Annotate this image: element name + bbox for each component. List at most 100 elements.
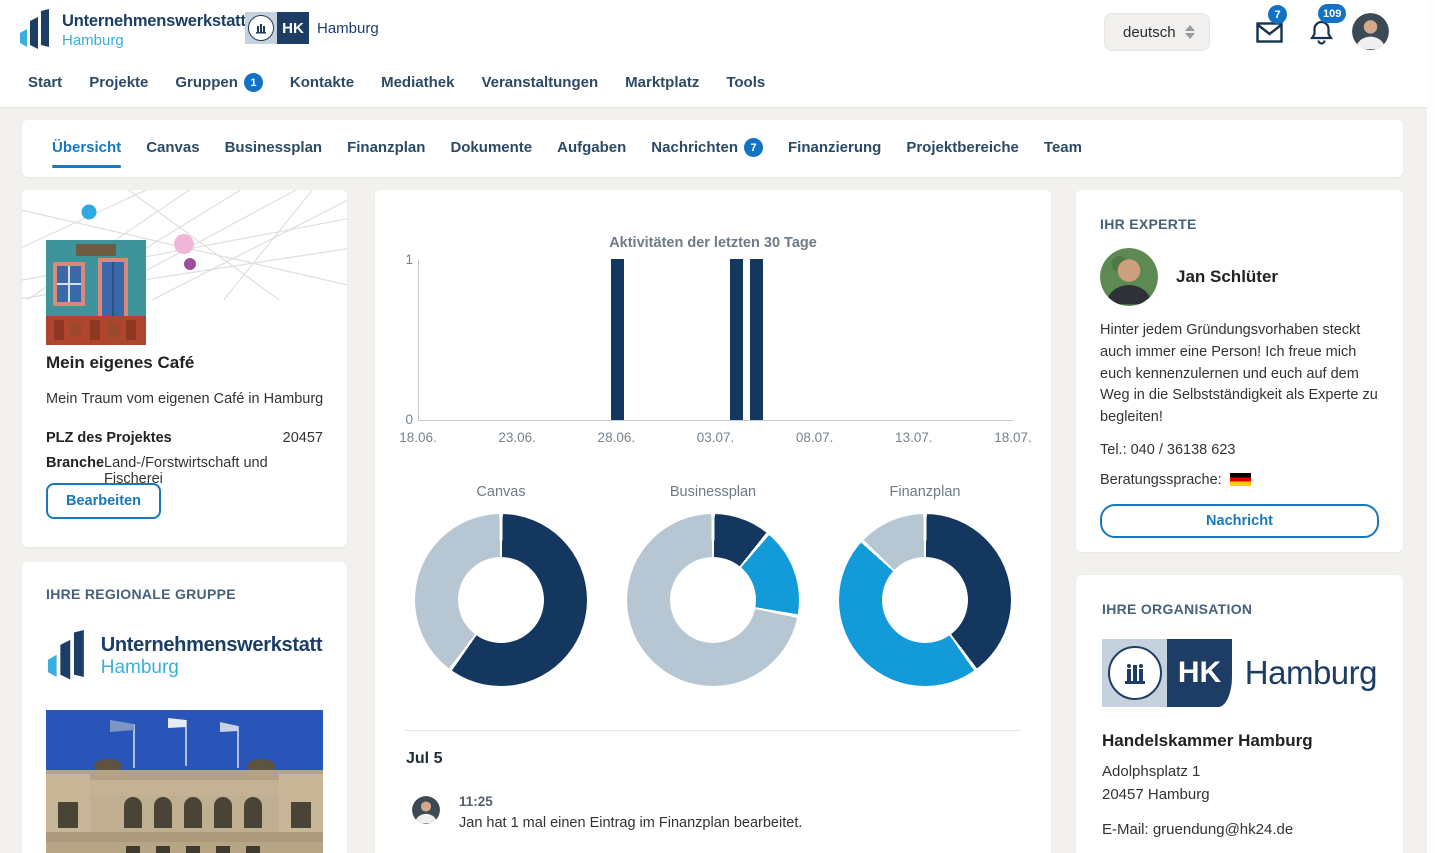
uwh-logo-icon — [20, 9, 54, 51]
nav-item-veranstaltungen[interactable]: Veranstaltungen — [481, 74, 598, 91]
tab-label: Canvas — [146, 139, 199, 156]
timeline-avatar-image — [412, 796, 440, 824]
notifications-button[interactable] — [1310, 20, 1333, 50]
tab-nachrichten[interactable]: Nachrichten 7 — [651, 138, 763, 157]
x-axis-tick: 08.07. — [796, 430, 834, 445]
regional-logo-line1: Unternehmenswerkstatt — [101, 634, 323, 657]
nav-item-start[interactable]: Start — [28, 74, 62, 91]
uwh-logo[interactable]: Unternehmenswerkstatt Hamburg — [20, 9, 246, 51]
donut-title-businessplan: Businessplan — [627, 484, 799, 500]
nav-item-label: Start — [28, 74, 62, 91]
main-nav: Start Projekte Gruppen1 Kontakte Mediathek Ve… — [0, 64, 1435, 108]
activity-bar-0407 — [730, 259, 743, 420]
language-value: deutsch — [1123, 24, 1176, 41]
x-axis-tick: 28.06. — [598, 430, 636, 445]
organisation-address1: Adolphsplatz 1 — [1102, 760, 1377, 783]
x-axis-tick: 18.07. — [994, 430, 1032, 445]
organisation-name: Handelskammer Hamburg — [1102, 731, 1377, 751]
project-tabs: Übersicht Canvas Businessplan Finanzplan Dok… — [22, 120, 1403, 177]
user-avatar-image — [1352, 13, 1389, 50]
tab-label: Projektbereiche — [906, 139, 1019, 156]
nav-item-tools[interactable]: Tools — [726, 74, 765, 91]
tab-dokumente[interactable]: Dokumente — [450, 139, 532, 156]
tab-label: Finanzierung — [788, 139, 881, 156]
regional-group-card: IHRE REGIONALE GRUPPE Unternehmenswerkst… — [22, 562, 347, 853]
nav-item-gruppen[interactable]: Gruppen1 — [175, 73, 263, 92]
project-description: Mein Traum vom eigenen Café in Hamburg — [46, 391, 323, 407]
project-title: Mein eigenes Café — [46, 353, 194, 373]
timeline-avatar — [412, 796, 440, 824]
timeline-date: Jul 5 — [406, 750, 442, 768]
x-axis-tick: 18.06. — [399, 430, 437, 445]
expert-heading: IHR EXPERTE — [1100, 216, 1379, 232]
tab-label: Finanzplan — [347, 139, 425, 156]
x-axis-tick: 23.06. — [498, 430, 536, 445]
uwh-logo-icon — [47, 630, 91, 682]
edit-project-button[interactable]: Bearbeiten — [46, 483, 161, 519]
tab-aufgaben[interactable]: Aufgaben — [557, 139, 626, 156]
page: Unternehmenswerkstatt Hamburg HK Hamburg… — [0, 0, 1435, 853]
project-card: Mein eigenes Café Mein Traum vom eigenen… — [22, 190, 347, 547]
y-axis-tick-1: 1 — [387, 252, 413, 267]
tab-label: Übersicht — [52, 139, 121, 156]
message-button[interactable]: Nachricht — [1100, 504, 1379, 538]
nav-item-kontakte[interactable]: Kontakte — [290, 74, 354, 91]
hk-logo-large: HK Hamburg — [1102, 639, 1377, 707]
german-flag-icon — [1230, 473, 1251, 486]
divider — [405, 730, 1021, 731]
hk-emblem-icon — [245, 12, 277, 44]
tab-businessplan[interactable]: Businessplan — [225, 139, 323, 156]
timeline-entry: 11:25Jan hat 1 mal einen Eintrag im Fina… — [412, 794, 802, 831]
brand-line1: Unternehmenswerkstatt — [62, 12, 246, 31]
hk-logo-header[interactable]: HK Hamburg — [245, 12, 379, 44]
tab-projektbereiche[interactable]: Projektbereiche — [906, 139, 1019, 156]
expert-avatar[interactable] — [1100, 248, 1158, 306]
tab-bersicht[interactable]: Übersicht — [52, 139, 121, 156]
nav-item-mediathek[interactable]: Mediathek — [381, 74, 454, 91]
organisation-card: IHRE ORGANISATION HK Hamburg Handelskamm… — [1076, 575, 1403, 853]
tab-badge: 7 — [744, 138, 763, 157]
scrollbar-track[interactable] — [1427, 0, 1435, 853]
tab-label: Team — [1044, 139, 1082, 156]
tab-team[interactable]: Team — [1044, 139, 1082, 156]
y-axis-tick-0: 0 — [387, 412, 413, 427]
tab-label: Nachrichten — [651, 139, 738, 156]
regional-group-photo — [46, 710, 323, 853]
messages-badge: 7 — [1268, 5, 1287, 24]
activity-bar-0507 — [750, 259, 763, 420]
donut-chart-finanzplan — [839, 514, 1011, 686]
x-axis-tick: 13.07. — [895, 430, 933, 445]
activity-bar-2806 — [611, 259, 624, 420]
hk-logo-hk: HK — [1167, 639, 1231, 707]
language-select[interactable]: deutsch — [1104, 13, 1210, 51]
tab-finanzplan[interactable]: Finanzplan — [347, 139, 425, 156]
hk-logo-city: Hamburg — [317, 20, 379, 37]
hk-emblem-icon — [1102, 639, 1167, 707]
donut-chart-canvas — [415, 514, 587, 686]
tab-label: Businessplan — [225, 139, 323, 156]
activity-card: Aktivitäten der letzten 30 Tage 1 0 18.0… — [375, 190, 1051, 853]
organisation-email: E-Mail: gruendung@hk24.de — [1102, 821, 1377, 838]
nav-item-label: Projekte — [89, 74, 148, 91]
project-thumbnail-image — [46, 240, 146, 345]
plz-label: PLZ des Projektes — [46, 430, 172, 446]
user-avatar[interactable] — [1352, 13, 1389, 50]
hk-logo-city: Hamburg — [1245, 654, 1377, 692]
tab-finanzierung[interactable]: Finanzierung — [788, 139, 881, 156]
nav-item-label: Mediathek — [381, 74, 454, 91]
nav-item-projekte[interactable]: Projekte — [89, 74, 148, 91]
header: Unternehmenswerkstatt Hamburg HK Hamburg… — [0, 0, 1435, 64]
regional-logo-line2: Hamburg — [101, 657, 323, 679]
activity-chart-title: Aktivitäten der letzten 30 Tage — [375, 235, 1051, 251]
tab-label: Aufgaben — [557, 139, 626, 156]
project-plz-row: PLZ des Projektes 20457 — [46, 430, 323, 446]
messages-button[interactable] — [1256, 22, 1283, 48]
organisation-heading: IHRE ORGANISATION — [1102, 601, 1377, 617]
tab-canvas[interactable]: Canvas — [146, 139, 199, 156]
donut-title-canvas: Canvas — [415, 484, 587, 500]
bell-icon — [1310, 20, 1333, 45]
nav-item-badge: 1 — [244, 73, 263, 92]
nav-item-marktplatz[interactable]: Marktplatz — [625, 74, 699, 91]
organisation-address2: 20457 Hamburg — [1102, 783, 1377, 806]
nav-item-label: Marktplatz — [625, 74, 699, 91]
